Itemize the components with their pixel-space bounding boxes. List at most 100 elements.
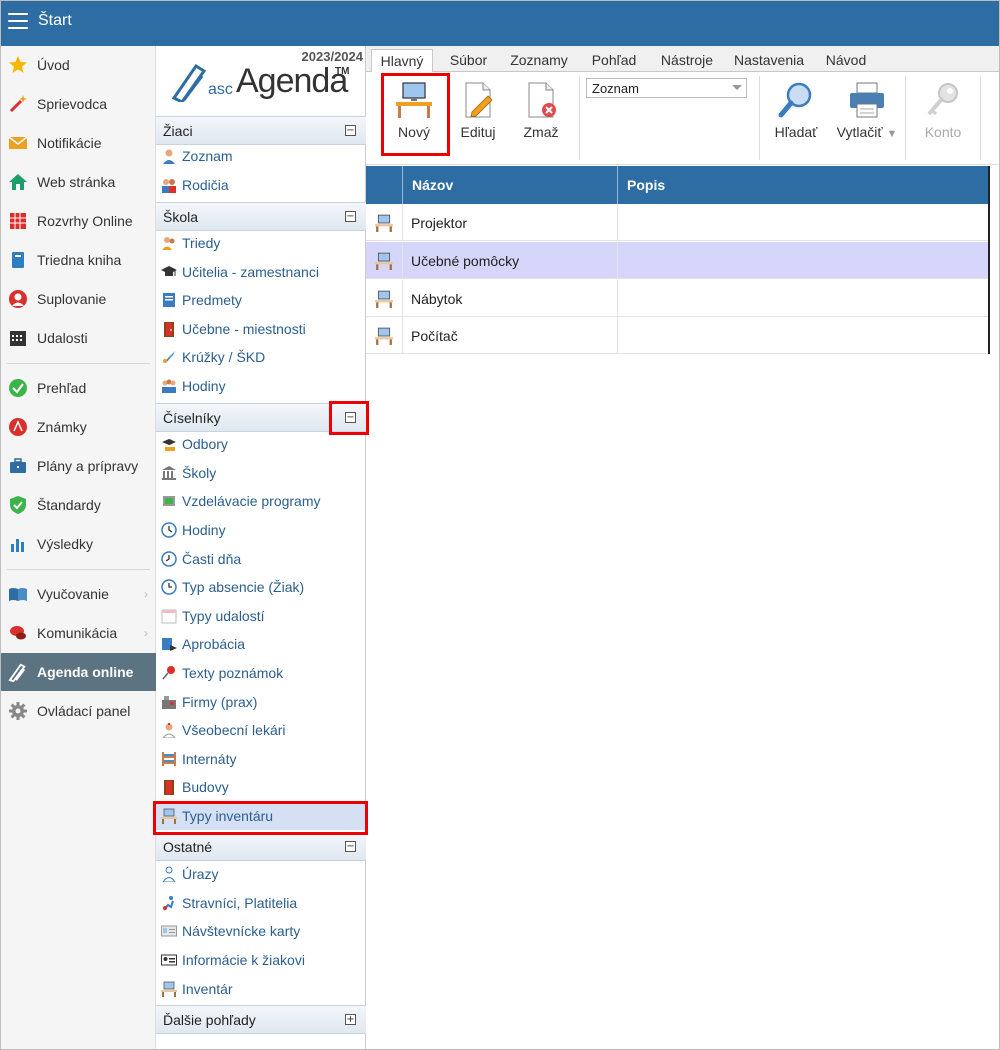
- menu-item-rodicia[interactable]: Rodičia: [156, 171, 366, 199]
- desk-computer-icon: [160, 807, 178, 825]
- account-button[interactable]: Konto: [913, 78, 973, 150]
- menu-item-vzdelavacie-programy[interactable]: Vzdelávacie programy: [156, 487, 366, 515]
- menu-item-firmy[interactable]: Firmy (prax): [156, 688, 366, 716]
- delete-button[interactable]: Zmaž: [511, 78, 571, 150]
- menu-item-odbory[interactable]: Odbory: [156, 430, 366, 458]
- menu-item-typy-udalosti[interactable]: Typy udalostí: [156, 602, 366, 630]
- pin-icon: [160, 664, 178, 682]
- menu-item-budovy[interactable]: Budovy: [156, 773, 366, 801]
- menu-item-inventar[interactable]: Inventár: [156, 975, 366, 1003]
- tab-nastavenia[interactable]: Nastavenia: [728, 49, 810, 72]
- tab-nastroje[interactable]: Nástroje: [654, 49, 720, 72]
- sidebar-item-sprievodca[interactable]: Sprievodca: [1, 85, 156, 123]
- tab-navod[interactable]: Návod: [818, 49, 874, 72]
- search-button-label: Hľadať: [774, 124, 818, 140]
- sidebar-item-uvod[interactable]: Úvod: [1, 46, 156, 84]
- ribbon-tabs: Hlavný Súbor Zoznamy Pohľad Nástroje Nas…: [366, 46, 999, 73]
- section-skola[interactable]: Škola −: [156, 202, 366, 231]
- menu-item-hodiny-skola[interactable]: Hodiny: [156, 372, 366, 400]
- section-dalsie-pohlady[interactable]: Ďalšie pohľady +: [156, 1005, 366, 1034]
- column-header-icon: [366, 166, 403, 204]
- collapse-icon[interactable]: −: [345, 841, 356, 852]
- rocket-icon: [160, 348, 178, 366]
- sidebar-item-label: Agenda online: [37, 664, 134, 680]
- menu-item-triedy[interactable]: Triedy: [156, 229, 366, 257]
- menu-item-skoly[interactable]: Školy: [156, 459, 366, 487]
- section-ostatne[interactable]: Ostatné −: [156, 832, 366, 861]
- menu-item-label: Stravníci, Platitelia: [182, 895, 298, 911]
- sidebar-item-vysledky[interactable]: Výsledky: [1, 525, 156, 563]
- table-row[interactable]: Učebné pomôcky: [366, 242, 990, 279]
- hamburger-menu-icon[interactable]: [8, 13, 28, 31]
- view-select-value: Zoznam: [592, 81, 639, 96]
- menu-item-informacie-k-ziakovi[interactable]: Informácie k žiakovi: [156, 946, 366, 974]
- sidebar-item-rozvrhy-online[interactable]: Rozvrhy Online: [1, 202, 156, 240]
- table-row[interactable]: Nábytok: [366, 280, 990, 317]
- menu-item-label: Predmety: [182, 292, 242, 308]
- section-ciselniky[interactable]: Číselníky −: [156, 403, 366, 432]
- menu-item-label: Vzdelávacie programy: [182, 493, 321, 509]
- expand-icon[interactable]: +: [345, 1014, 356, 1025]
- sidebar-item-agenda-online[interactable]: Agenda online: [1, 653, 156, 691]
- column-header-nazov[interactable]: Názov: [403, 166, 618, 204]
- tab-zoznamy[interactable]: Zoznamy: [504, 49, 574, 72]
- menu-item-hodiny[interactable]: Hodiny: [156, 516, 366, 544]
- menu-item-typy-inventaru[interactable]: Typy inventáru: [156, 802, 366, 830]
- view-select[interactable]: Zoznam: [586, 78, 747, 98]
- sidebar-item-udalosti[interactable]: Udalosti: [1, 319, 156, 357]
- table-row[interactable]: Počítač: [366, 317, 990, 354]
- menu-item-texty-poznamok[interactable]: Texty poznámok: [156, 659, 366, 687]
- student-icon: [160, 147, 178, 165]
- search-icon: [776, 80, 816, 120]
- menu-item-aprobacia[interactable]: Aprobácia: [156, 630, 366, 658]
- menu-item-ucebne[interactable]: Učebne - miestnosti: [156, 315, 366, 343]
- cell-nazov: Nábytok: [403, 280, 618, 317]
- menu-item-zoznam[interactable]: Zoznam: [156, 142, 366, 170]
- sidebar-item-ovladaci-panel[interactable]: Ovládací panel: [1, 692, 156, 730]
- menu-item-label: Hodiny: [182, 378, 226, 394]
- menu-item-predmety[interactable]: Predmety: [156, 286, 366, 314]
- tab-subor[interactable]: Súbor: [441, 49, 496, 72]
- menu-item-internaty[interactable]: Internáty: [156, 745, 366, 773]
- menu-item-navstevnicke-karty[interactable]: Návštevnícke karty: [156, 917, 366, 945]
- tab-hlavny[interactable]: Hlavný: [371, 49, 433, 73]
- sidebar-item-komunikacia[interactable]: Komunikácia ›: [1, 614, 156, 652]
- company-icon: [160, 693, 178, 711]
- menu-item-stravnici[interactable]: Stravníci, Platitelia: [156, 889, 366, 917]
- collapse-icon[interactable]: −: [345, 125, 356, 136]
- sidebar-item-triedna-kniha[interactable]: Triedna kniha: [1, 241, 156, 279]
- print-button[interactable]: Vytlačiť ▼: [832, 78, 902, 150]
- sidebar-item-suplovanie[interactable]: Suplovanie: [1, 280, 156, 318]
- menu-item-casti-dna[interactable]: Časti dňa: [156, 545, 366, 573]
- menu-item-kruzky[interactable]: Krúžky / ŠKD: [156, 343, 366, 371]
- sidebar-item-standardy[interactable]: Štandardy: [1, 486, 156, 524]
- tab-pohlad[interactable]: Pohľad: [582, 49, 646, 72]
- section-ziaci[interactable]: Žiaci −: [156, 116, 366, 145]
- sidebar-item-web-stranka[interactable]: Web stránka: [1, 163, 156, 201]
- search-button[interactable]: Hľadať: [766, 78, 826, 150]
- menu-item-urazy[interactable]: Úrazy: [156, 860, 366, 888]
- dropdown-arrow-icon[interactable]: ▼: [886, 128, 897, 140]
- menu-item-label: Rodičia: [182, 177, 229, 193]
- menu-item-typ-absencie[interactable]: Typ absencie (Žiak): [156, 573, 366, 601]
- column-header-popis[interactable]: Popis: [618, 166, 990, 204]
- menu-item-label: Informácie k žiakovi: [182, 952, 305, 968]
- sidebar-item-label: Vyučovanie: [37, 586, 109, 602]
- menu-item-label: Triedy: [182, 235, 221, 251]
- new-button[interactable]: Nový: [384, 78, 444, 150]
- door-icon: [160, 320, 178, 338]
- menu-item-ucitelia[interactable]: Učitelia - zamestnanci: [156, 258, 366, 286]
- sidebar-item-vyucovanie[interactable]: Vyučovanie ›: [1, 575, 156, 613]
- sidebar-item-notifikacie[interactable]: Notifikácie: [1, 124, 156, 162]
- menu-item-vseobecni-lekari[interactable]: Všeobecní lekári: [156, 716, 366, 744]
- sidebar-item-znamky[interactable]: Známky: [1, 408, 156, 446]
- briefcase-icon: [8, 456, 28, 476]
- collapse-icon[interactable]: −: [345, 412, 356, 423]
- sidebar-item-label: Výsledky: [37, 536, 94, 552]
- sidebar-item-plany-a-pripravy[interactable]: Plány a prípravy: [1, 447, 156, 485]
- cell-nazov: Učebné pomôcky: [403, 242, 618, 279]
- table-row[interactable]: Projektor: [366, 204, 990, 241]
- edit-button[interactable]: Edituj: [448, 78, 508, 150]
- collapse-icon[interactable]: −: [345, 211, 356, 222]
- sidebar-item-prehlad[interactable]: Prehľad: [1, 369, 156, 407]
